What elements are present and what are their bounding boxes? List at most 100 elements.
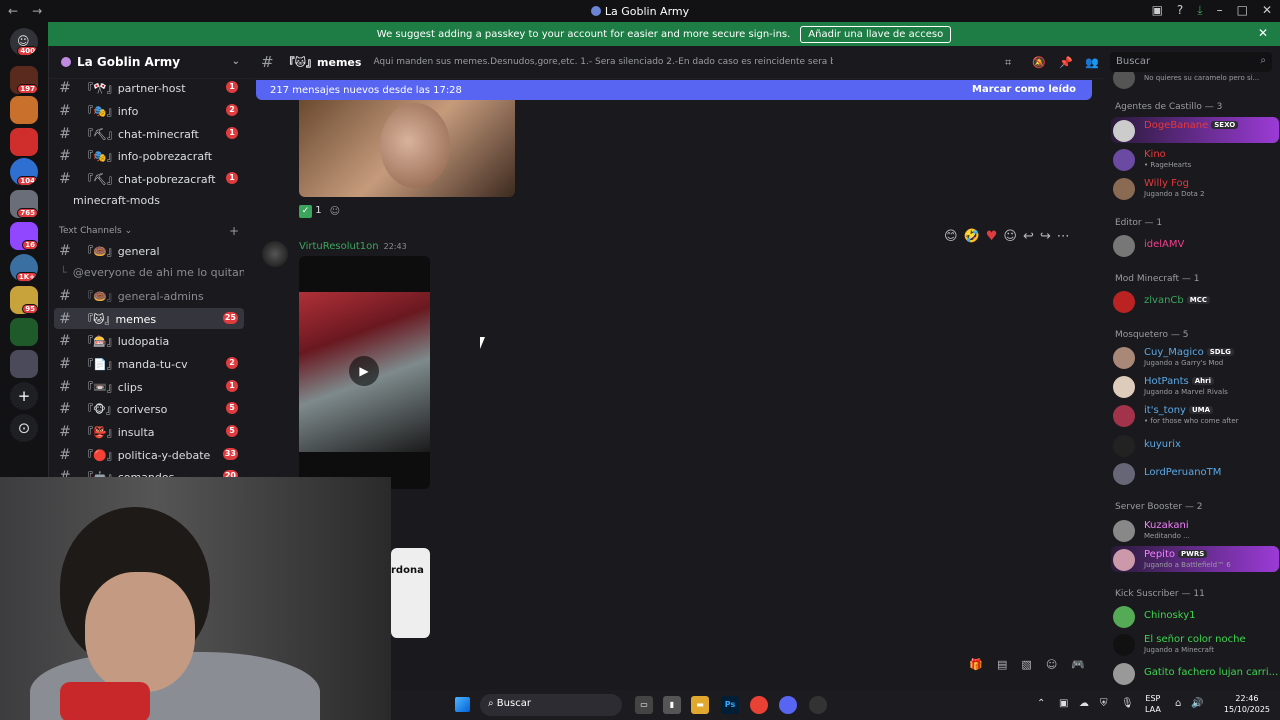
apps-icon[interactable]: 🎮 bbox=[1071, 658, 1085, 671]
pin-icon[interactable]: 📌 bbox=[1059, 56, 1073, 69]
reaction-heart-icon[interactable]: ♥ bbox=[986, 229, 998, 244]
member-item-its-tony[interactable]: it's_tony UMA • for those who come after bbox=[1111, 402, 1279, 428]
member-item-el-senor-color-noche[interactable]: El señor color noche Jugando a Minecraft bbox=[1111, 631, 1279, 657]
task-view-icon[interactable]: ▭ bbox=[635, 696, 653, 714]
channel-clips[interactable]: # 『📼』clips 1 bbox=[54, 376, 244, 397]
thread-item[interactable]: └ @everyone de ahi me lo quitan ch... bbox=[54, 262, 244, 283]
server-icon-4[interactable]: 104 bbox=[10, 158, 38, 186]
clock[interactable]: 22:46 15/10/2025 bbox=[1224, 693, 1270, 715]
help-icon[interactable]: ? bbox=[1177, 3, 1183, 18]
member-item-idelamv[interactable]: idelAMV bbox=[1111, 232, 1279, 258]
guild-header[interactable]: La Goblin Army ⌄ bbox=[49, 46, 250, 79]
chrome-icon[interactable] bbox=[750, 696, 768, 714]
channel-politica-y-debate[interactable]: # 『🔴』politica-y-debate 33 bbox=[54, 444, 244, 465]
download-icon[interactable]: ⤓ bbox=[1197, 3, 1202, 18]
channel-insulta[interactable]: # 『👺』insulta 5 bbox=[54, 421, 244, 442]
maximize-icon[interactable]: □ bbox=[1237, 3, 1248, 18]
channel-partner-host[interactable]: # 『🎌』partner-host 1 bbox=[54, 77, 244, 98]
reaction-smile-icon[interactable]: 😊 bbox=[944, 229, 958, 244]
photoshop-icon[interactable]: Ps bbox=[721, 696, 739, 714]
volume-icon[interactable]: 🔊 bbox=[1191, 698, 1203, 709]
tray-app-icon[interactable]: ▣ bbox=[1059, 698, 1068, 709]
member-item-willy-fog[interactable]: Willy Fog Jugando a Dota 2 bbox=[1111, 175, 1279, 201]
file-explorer-icon[interactable]: ▬ bbox=[691, 696, 709, 714]
channel-general-admins[interactable]: # 『🍩』general-admins bbox=[54, 285, 244, 306]
forward-icon[interactable]: ↪ bbox=[1040, 229, 1051, 244]
channel-general[interactable]: # 『🍩』general bbox=[54, 240, 244, 261]
discord-icon[interactable] bbox=[779, 696, 797, 714]
chevron-up-icon[interactable]: ⌃ bbox=[1037, 698, 1045, 709]
app-icon[interactable]: ▮ bbox=[663, 696, 681, 714]
close-icon[interactable]: ✕ bbox=[1262, 3, 1272, 18]
reply-icon[interactable]: ↩ bbox=[1023, 229, 1034, 244]
taskbar-search[interactable]: ⌕ Buscar bbox=[480, 694, 622, 716]
windows-start-icon[interactable] bbox=[455, 697, 470, 712]
channel-ludopatia[interactable]: # 『🎰』ludopatia bbox=[54, 330, 244, 351]
add-reaction-icon[interactable]: ☺ bbox=[1003, 229, 1017, 244]
server-icon-8[interactable]: 95 bbox=[10, 286, 38, 314]
new-messages-bar[interactable]: 217 mensajes nuevos desde las 17:28 Marca… bbox=[256, 80, 1092, 100]
minimize-icon[interactable]: – bbox=[1217, 3, 1223, 18]
language-indicator[interactable]: ESP LAA bbox=[1145, 693, 1161, 715]
close-banner-icon[interactable]: ✕ bbox=[1258, 26, 1268, 40]
member-item-prev[interactable]: No quieres su caramelo pero si... bbox=[1111, 72, 1279, 90]
home-button[interactable]: ☺ 400 bbox=[10, 28, 38, 56]
shield-icon[interactable]: ⛨ bbox=[1100, 698, 1108, 709]
add-reaction-icon[interactable]: ☺ bbox=[330, 206, 340, 217]
video-attachment[interactable]: ▶ bbox=[299, 256, 430, 489]
member-item-gatito-fachero[interactable]: Gatito fachero lujan carri... bbox=[1111, 660, 1279, 686]
channel-coriverso[interactable]: # 『🐵』coriverso 5 bbox=[54, 398, 244, 419]
server-icon-6[interactable]: 16 bbox=[10, 222, 38, 250]
server-icon-3[interactable] bbox=[10, 128, 38, 156]
avatar[interactable] bbox=[262, 241, 288, 267]
member-item-kino[interactable]: Kino • RageHearts bbox=[1111, 146, 1279, 172]
channel-memes[interactable]: # 『🐱』memes 25 bbox=[54, 308, 244, 329]
channel-chat-minecraft[interactable]: # 『⛏』chat-minecraft 1 bbox=[54, 123, 244, 144]
add-passkey-button[interactable]: Añadir una llave de acceso bbox=[800, 25, 952, 43]
gift-icon[interactable]: 🎁 bbox=[969, 658, 983, 671]
server-icon-1[interactable]: 197 bbox=[10, 66, 38, 94]
member-item-zlvancb[interactable]: zlvanCb MCC bbox=[1111, 288, 1279, 314]
member-item-hotpants[interactable]: HotPants Ahri Jugando a Marvel Rivals bbox=[1111, 373, 1279, 399]
cloud-icon[interactable]: ☁ bbox=[1079, 698, 1089, 709]
author-name[interactable]: VirtuResolut1on bbox=[299, 241, 379, 252]
channel-info[interactable]: # 『🎭』info 2 bbox=[54, 100, 244, 121]
channel-chat-pobrezacraft[interactable]: # 『⛏』chat-pobrezacraft 1 bbox=[54, 168, 244, 189]
channel-minecraft-mods[interactable]: minecraft-mods bbox=[54, 190, 244, 211]
inbox-icon[interactable]: ▣ bbox=[1152, 3, 1163, 18]
reaction-check[interactable]: ✓ 1 bbox=[299, 205, 322, 218]
reaction-laugh-icon[interactable]: 🤣 bbox=[964, 229, 980, 244]
image-attachment[interactable]: rdona bbox=[391, 548, 430, 638]
app-icon-2[interactable] bbox=[809, 696, 827, 714]
server-icon-7[interactable]: 1K+ bbox=[10, 254, 38, 282]
member-item-cuy-magico[interactable]: Cuy_Magico SDLG Jugando a Garry's Mod bbox=[1111, 344, 1279, 370]
member-item-lordperuanotm[interactable]: LordPeruanoTM bbox=[1111, 460, 1279, 486]
mark-as-read-button[interactable]: Marcar como leído bbox=[972, 84, 1076, 95]
member-item-kuyurix[interactable]: kuyurix bbox=[1111, 432, 1279, 458]
explore-icon[interactable]: ⊙ bbox=[10, 414, 38, 442]
sticker-icon[interactable]: ▧ bbox=[1021, 658, 1031, 671]
channel-manda-tu-cv[interactable]: # 『📄』manda-tu-cv 2 bbox=[54, 353, 244, 374]
channel-info-pobrezacraft[interactable]: # 『🎭』info-pobrezacraft bbox=[54, 145, 244, 166]
network-icon[interactable]: ⌂ bbox=[1175, 698, 1181, 709]
search-input[interactable]: Buscar ⌕ bbox=[1110, 52, 1272, 72]
member-item-kuzakani[interactable]: Kuzakani Meditando ... bbox=[1111, 517, 1279, 543]
member-item-dogebanane[interactable]: DogeBanane SEXO bbox=[1111, 117, 1279, 143]
member-item-chinosky1[interactable]: Chinosky1 bbox=[1111, 603, 1279, 629]
category-text-channels[interactable]: Text Channels ⌄ + bbox=[59, 224, 239, 238]
more-icon[interactable]: ⋯ bbox=[1057, 229, 1070, 244]
add-channel-icon[interactable]: + bbox=[229, 224, 239, 238]
server-icon-9[interactable] bbox=[10, 318, 38, 346]
notifications-icon[interactable]: 🔕 bbox=[1032, 56, 1046, 69]
members-icon[interactable]: 👥 bbox=[1085, 56, 1099, 69]
gif-icon[interactable]: ▤ bbox=[997, 658, 1007, 671]
threads-icon[interactable]: ⌗ bbox=[1005, 56, 1011, 70]
emoji-icon[interactable]: ☺ bbox=[1046, 658, 1057, 671]
member-item-pepito[interactable]: Pepito PWRS Jugando a Battlefield™ 6 bbox=[1111, 546, 1279, 572]
add-server-icon[interactable]: + bbox=[10, 382, 38, 410]
server-icon-5[interactable]: 765 bbox=[10, 190, 38, 218]
server-icon-10[interactable] bbox=[10, 350, 38, 378]
channel-topic[interactable]: Aqui manden sus memes.Desnudos,gore,etc.… bbox=[373, 57, 833, 67]
play-icon[interactable]: ▶ bbox=[349, 356, 379, 386]
chevron-down-icon[interactable]: ⌄ bbox=[232, 56, 240, 67]
